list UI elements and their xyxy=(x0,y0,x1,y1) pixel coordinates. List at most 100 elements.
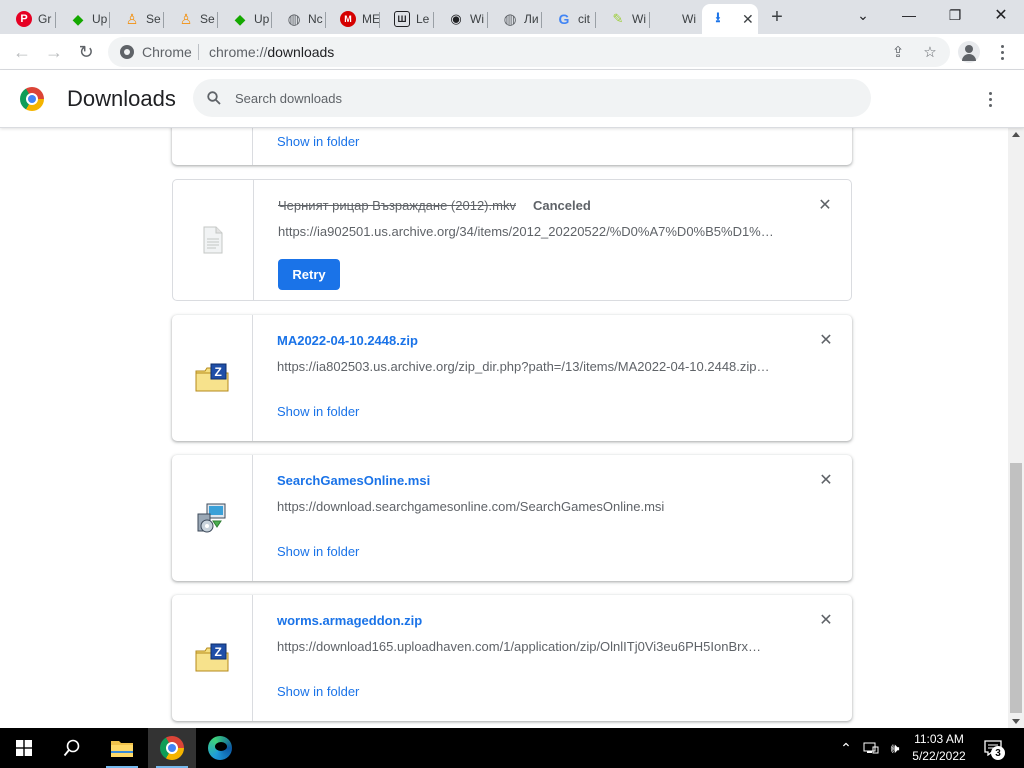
edge-icon xyxy=(208,736,232,760)
remove-download-icon[interactable]: ✕ xyxy=(818,333,834,349)
search-icon xyxy=(63,739,80,757)
show-in-folder-link[interactable]: Show in folder xyxy=(277,684,359,699)
tab-label: Wi xyxy=(632,12,646,26)
tab-5[interactable]: ◆ Up xyxy=(224,4,272,34)
globe-icon: ◍ xyxy=(503,11,517,28)
file-name[interactable]: worms.armageddon.zip xyxy=(277,613,422,628)
file-name: Черният рицар Възраждане (2012).mkv xyxy=(278,198,516,213)
person-icon: ♙ xyxy=(125,10,139,27)
remove-download-icon[interactable]: ✕ xyxy=(817,198,833,214)
svg-text:Z: Z xyxy=(215,365,222,379)
tab-label: Le xyxy=(416,12,430,26)
tab-strip: P Gr ◆ Up ♙ Se ♙ Se ◆ Up ◍ Nc M ME Ш Le … xyxy=(0,0,1024,34)
tab-9[interactable]: ◉ Wi xyxy=(440,4,488,34)
taskbar-clock[interactable]: 11:03 AM 5/22/2022 xyxy=(904,731,974,765)
notification-count-badge: 3 xyxy=(991,746,1005,760)
generic-file-icon xyxy=(203,226,223,254)
tab-10[interactable]: ◍ Ли xyxy=(494,4,542,34)
chrome-menu-icon[interactable] xyxy=(988,38,1016,66)
scrollbar-thumb[interactable] xyxy=(1010,463,1022,713)
search-input[interactable] xyxy=(235,88,835,108)
pencil-icon: ✎ xyxy=(612,11,624,26)
page-scrollbar[interactable] xyxy=(1008,128,1024,728)
remove-download-icon[interactable]: ✕ xyxy=(818,473,834,489)
installer-icon xyxy=(197,503,226,533)
downloads-menu-icon[interactable] xyxy=(976,85,1004,113)
chrome-chip-icon xyxy=(120,45,134,59)
close-window-button[interactable]: ✕ xyxy=(978,0,1024,30)
windows-start-icon xyxy=(16,740,32,756)
reload-button[interactable]: ↻ xyxy=(72,38,100,66)
volume-icon[interactable]: 🕪 xyxy=(884,728,906,768)
tab-label: Up xyxy=(92,12,108,26)
start-button[interactable] xyxy=(0,728,48,768)
chrome-icon xyxy=(160,736,184,760)
zip-folder-icon: Z xyxy=(195,363,229,392)
share-icon[interactable]: ⇪ xyxy=(888,42,908,62)
download-url[interactable]: https://ia902501.us.archive.org/34/items… xyxy=(278,224,778,239)
minimize-button[interactable]: — xyxy=(886,0,932,30)
remove-download-icon[interactable]: ✕ xyxy=(818,613,834,629)
page-title: Downloads xyxy=(67,86,176,111)
tab-label: Wi xyxy=(682,12,696,26)
taskbar-search-button[interactable] xyxy=(48,728,96,768)
tab-label: Gr xyxy=(38,12,52,26)
restore-button[interactable]: ❐ xyxy=(932,0,978,30)
address-bar[interactable]: Chrome chrome://downloads ⇪ ☆ xyxy=(108,37,950,67)
scroll-down-arrow-icon[interactable] xyxy=(1012,719,1020,724)
tab-3[interactable]: ♙ Se xyxy=(116,4,164,34)
m-icon: M xyxy=(340,11,356,27)
globe-icon: ◍ xyxy=(287,11,301,28)
tab-close-icon[interactable]: ✕ xyxy=(742,11,754,28)
search-icon xyxy=(207,91,221,105)
download-card: Z worms.armageddon.zip https://download1… xyxy=(172,595,852,721)
download-card: Z MA2022-04-10.2448.zip https://ia802503… xyxy=(172,315,852,441)
downloads-header: Downloads xyxy=(0,70,1024,128)
download-url[interactable]: https://ia802503.us.archive.org/zip_dir.… xyxy=(277,359,777,374)
file-name[interactable]: MA2022-04-10.2448.zip xyxy=(277,333,418,348)
forward-button[interactable]: → xyxy=(40,38,68,66)
tab-label: Wi xyxy=(470,12,484,26)
back-button[interactable]: ← xyxy=(8,38,36,66)
tab-downloads-active[interactable]: ⭳ ✕ xyxy=(702,4,758,34)
download-url[interactable]: https://download.searchgamesonline.com/S… xyxy=(277,499,777,514)
windows-icon xyxy=(660,12,676,27)
tab-2[interactable]: ◆ Up xyxy=(62,4,110,34)
tab-search-chevron-icon[interactable]: ⌄ xyxy=(840,0,886,30)
windows-taskbar: ⌃ 🕪 11:03 AM 5/22/2022 xyxy=(0,728,1024,768)
tab-label: cit xyxy=(578,12,590,26)
bookmark-star-icon[interactable]: ☆ xyxy=(920,42,940,62)
retry-button[interactable]: Retry xyxy=(278,259,340,290)
upwork-icon: ◆ xyxy=(72,10,84,27)
file-name[interactable]: SearchGamesOnline.msi xyxy=(277,473,430,488)
tab-label: Ли xyxy=(524,12,539,26)
chrome-taskbar-button[interactable] xyxy=(148,728,196,768)
edge-taskbar-button[interactable] xyxy=(196,728,244,768)
download-url[interactable]: https://download165.uploadhaven.com/1/ap… xyxy=(277,639,777,654)
tab-12[interactable]: ✎ Wi xyxy=(602,4,650,34)
file-explorer-button[interactable] xyxy=(98,728,146,768)
download-status: Canceled xyxy=(533,198,591,213)
tab-4[interactable]: ♙ Se xyxy=(170,4,218,34)
tab-1[interactable]: P Gr xyxy=(8,4,56,34)
tab-7[interactable]: M ME xyxy=(332,4,380,34)
scroll-up-arrow-icon[interactable] xyxy=(1012,132,1020,137)
profile-avatar[interactable] xyxy=(958,41,980,63)
clock-time: 11:03 AM xyxy=(914,732,964,746)
search-box[interactable] xyxy=(193,79,871,117)
svg-text:Z: Z xyxy=(215,645,222,659)
network-icon[interactable] xyxy=(860,728,882,768)
tab-label: Se xyxy=(200,12,215,26)
tray-chevron-icon[interactable]: ⌃ xyxy=(836,728,856,768)
tab-11[interactable]: G cit xyxy=(548,4,596,34)
browser-toolbar: ← → ↻ Chrome chrome://downloads ⇪ ☆ xyxy=(0,34,1024,70)
tab-6[interactable]: ◍ Nc xyxy=(278,4,326,34)
tab-13[interactable]: Wi xyxy=(652,4,700,34)
download-card: SearchGamesOnline.msi https://download.s… xyxy=(172,455,852,581)
tab-8[interactable]: Ш Le xyxy=(386,4,434,34)
show-in-folder-link[interactable]: Show in folder xyxy=(277,134,359,149)
url-text[interactable]: chrome://downloads xyxy=(209,44,334,60)
show-in-folder-link[interactable]: Show in folder xyxy=(277,544,359,559)
new-tab-button[interactable]: + xyxy=(766,6,788,28)
show-in-folder-link[interactable]: Show in folder xyxy=(277,404,359,419)
